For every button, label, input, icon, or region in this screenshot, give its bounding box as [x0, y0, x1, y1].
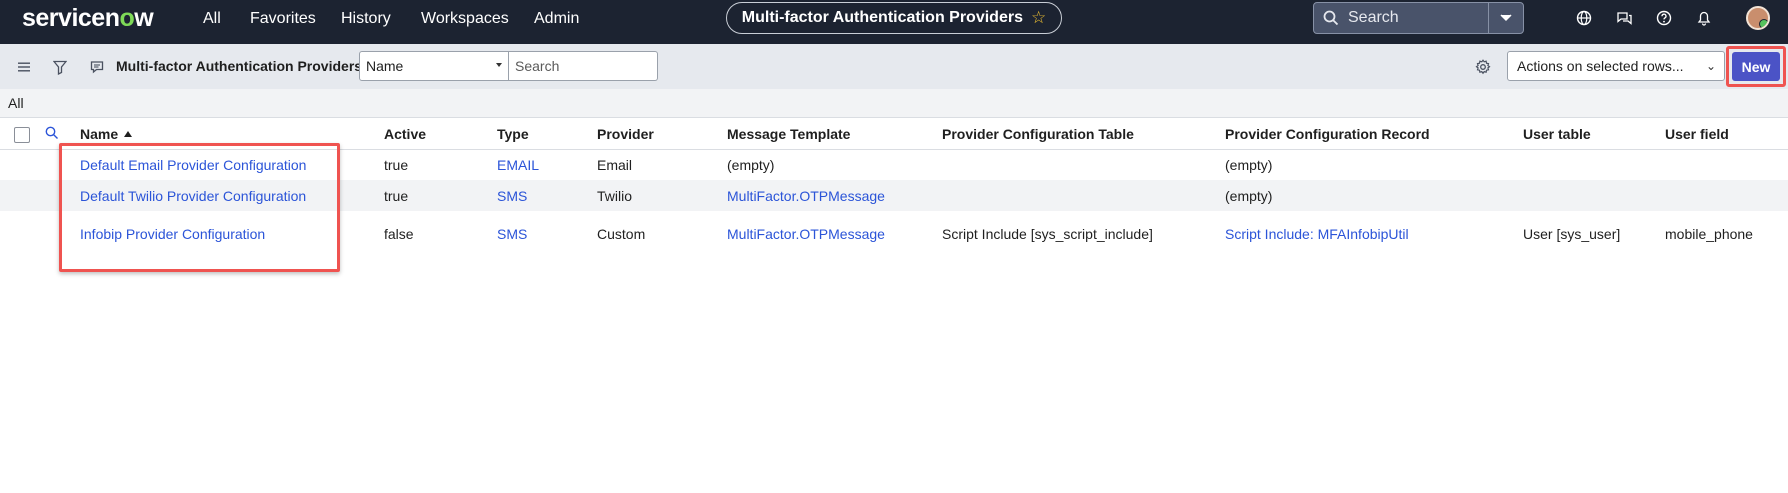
- new-button-highlight: New: [1726, 46, 1786, 87]
- gear-icon[interactable]: [1474, 58, 1492, 76]
- column-header-provider-configuration-record[interactable]: Provider Configuration Record: [1225, 126, 1430, 142]
- row-type-link[interactable]: EMAIL: [497, 157, 539, 173]
- logo-text-start: servicen: [22, 4, 120, 32]
- breadcrumb: All: [0, 89, 1788, 118]
- chevron-down-icon: ⌄: [1705, 59, 1716, 73]
- nav-all[interactable]: All: [203, 9, 221, 29]
- sort-ascending-icon: [124, 131, 133, 137]
- comments-icon[interactable]: [1614, 8, 1634, 28]
- row-provider-config-record: (empty): [1225, 188, 1273, 204]
- row-provider: Custom: [597, 226, 646, 242]
- caret-down-icon: [496, 63, 502, 67]
- row-provider-config-record-link[interactable]: Script Include: MFAInfobipUtil: [1225, 226, 1409, 242]
- bell-icon[interactable]: [1694, 8, 1714, 28]
- column-header-type[interactable]: Type: [497, 126, 529, 142]
- row-type-link[interactable]: SMS: [497, 188, 527, 204]
- global-search[interactable]: Search: [1313, 2, 1524, 34]
- logo-text-o: o: [119, 4, 135, 32]
- list-header-bar: Multi-factor Authentication Providers Na…: [0, 44, 1788, 89]
- column-header-name-label: Name: [80, 126, 119, 142]
- column-header-provider-configuration-table[interactable]: Provider Configuration Table: [942, 126, 1134, 142]
- globe-icon[interactable]: [1574, 8, 1594, 28]
- row-provider-config-table: Script Include [sys_script_include]: [942, 226, 1153, 242]
- search-icon[interactable]: [45, 126, 59, 145]
- search-field-select-value: Name: [366, 58, 404, 74]
- list-title: Multi-factor Authentication Providers: [116, 58, 363, 74]
- row-provider: Twilio: [597, 188, 633, 204]
- filter-icon[interactable]: [51, 58, 69, 76]
- nav-workspaces[interactable]: Workspaces: [421, 9, 509, 29]
- row-message-template-link[interactable]: MultiFactor.OTPMessage: [727, 188, 885, 204]
- global-search-placeholder[interactable]: Search: [1348, 9, 1488, 27]
- column-header-provider[interactable]: Provider: [597, 126, 654, 142]
- row-provider-config-record: (empty): [1225, 157, 1273, 173]
- nav-admin[interactable]: Admin: [534, 9, 579, 29]
- name-column-highlight: [59, 143, 340, 272]
- search-field-select[interactable]: Name: [359, 51, 509, 81]
- chat-icon[interactable]: [88, 58, 106, 76]
- row-user-field: mobile_phone: [1665, 226, 1753, 242]
- new-button[interactable]: New: [1732, 52, 1780, 81]
- hamburger-icon[interactable]: [15, 58, 33, 76]
- actions-on-selected-rows-select[interactable]: Actions on selected rows... ⌄: [1507, 51, 1725, 81]
- row-message-template-link[interactable]: MultiFactor.OTPMessage: [727, 226, 885, 242]
- row-type-link[interactable]: SMS: [497, 226, 527, 242]
- nav-favorites[interactable]: Favorites: [250, 9, 316, 29]
- column-header-active[interactable]: Active: [384, 126, 426, 142]
- column-header-message-template[interactable]: Message Template: [727, 126, 850, 142]
- list-search-input[interactable]: [509, 51, 658, 81]
- row-active: false: [384, 226, 414, 242]
- row-provider: Email: [597, 157, 633, 173]
- star-icon[interactable]: ☆: [1031, 8, 1046, 28]
- row-active: true: [384, 157, 409, 173]
- chevron-down-icon[interactable]: [1488, 3, 1523, 33]
- top-navigation: servicenow All Favorites History Workspa…: [0, 0, 1788, 44]
- context-title: Multi-factor Authentication Providers: [741, 9, 1023, 26]
- servicenow-logo[interactable]: servicenow: [22, 2, 154, 34]
- user-avatar[interactable]: [1746, 6, 1770, 30]
- context-title-pill[interactable]: Multi-factor Authentication Providers ☆: [726, 2, 1062, 34]
- breadcrumb-all[interactable]: All: [8, 95, 24, 111]
- search-icon: [1314, 10, 1348, 26]
- row-user-table: User [sys_user]: [1523, 226, 1621, 242]
- column-header-user-field[interactable]: User field: [1665, 126, 1729, 142]
- row-message-template: (empty): [727, 157, 775, 173]
- nav-history[interactable]: History: [341, 9, 391, 29]
- row-active: true: [384, 188, 409, 204]
- actions-select-value: Actions on selected rows...: [1517, 58, 1684, 74]
- logo-text-end: w: [134, 4, 154, 32]
- column-header-name[interactable]: Name: [80, 126, 133, 142]
- column-header-user-table[interactable]: User table: [1523, 126, 1591, 142]
- select-all-checkbox[interactable]: [14, 127, 30, 143]
- help-icon[interactable]: [1654, 8, 1674, 28]
